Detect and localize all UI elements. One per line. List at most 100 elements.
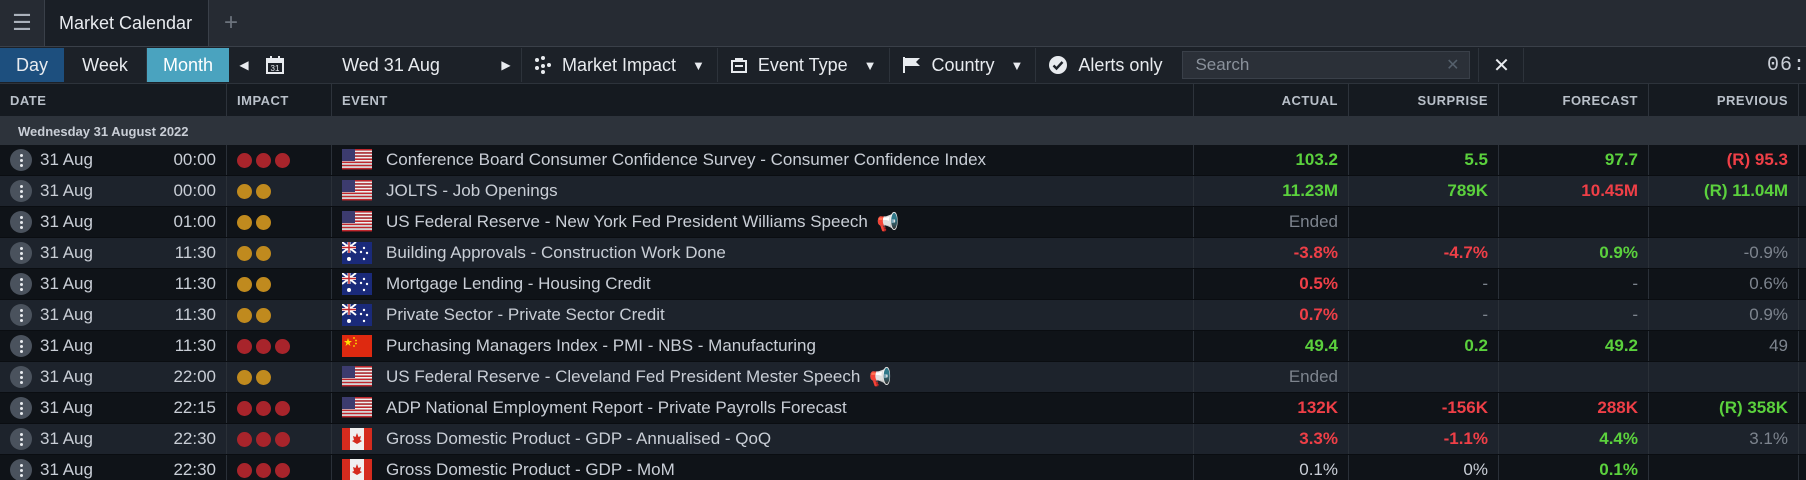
actual-value: 103.2 xyxy=(1194,145,1349,175)
search-input[interactable] xyxy=(1193,54,1447,76)
table-row[interactable]: 31 Aug 00:00 Conference Board Consumer Con… xyxy=(0,145,1806,176)
table-row[interactable]: 31 Aug 11:30 Purchasing Managers Index - P… xyxy=(0,331,1806,362)
market-impact-filter[interactable]: Market Impact ▼ xyxy=(521,48,717,82)
event-cell[interactable]: US Federal Reserve - Cleveland Fed Presi… xyxy=(332,362,1194,392)
column-impact[interactable]: IMPACT xyxy=(227,84,332,116)
table-row[interactable]: 31 Aug 11:30 Mortgage Lending - Housing Cr… xyxy=(0,269,1806,300)
impact-dot xyxy=(237,338,252,354)
table-row[interactable]: 31 Aug 22:00 US Federal Reserve - Clevelan… xyxy=(0,362,1806,393)
column-actual[interactable]: ACTUAL xyxy=(1194,84,1349,116)
impact-indicator xyxy=(237,338,290,354)
event-cell[interactable]: Mortgage Lending - Housing Credit xyxy=(332,269,1194,299)
speech-megaphone-icon: 📢 xyxy=(869,366,892,387)
market-impact-label: Market Impact xyxy=(562,54,677,75)
column-forecast[interactable]: FORECAST xyxy=(1499,84,1649,116)
event-type-icon xyxy=(730,58,747,73)
event-day: 31 Aug xyxy=(40,150,93,169)
calendar-icon[interactable]: 31 xyxy=(259,55,291,75)
forecast-value xyxy=(1499,207,1649,237)
forecast-value xyxy=(1499,362,1649,392)
alerts-only-label: Alerts only xyxy=(1078,54,1163,75)
date-cell: 31 Aug 22:15 xyxy=(0,393,227,423)
country-flag-icon xyxy=(342,459,372,480)
tab-market-calendar[interactable]: Market Calendar xyxy=(44,0,210,46)
current-date[interactable]: Wed 31 Aug xyxy=(291,55,491,76)
surprise-value: -156K xyxy=(1349,393,1499,423)
event-day: 31 Aug xyxy=(40,243,93,262)
table-row[interactable]: 31 Aug 00:00 JOLTS - Job Openings 11.23M 789… xyxy=(0,176,1806,207)
country-filter[interactable]: Country ▼ xyxy=(888,48,1036,82)
event-time: 00:00 xyxy=(173,150,216,169)
next-date-button[interactable]: ▶ xyxy=(491,48,521,82)
more-options-icon[interactable] xyxy=(10,397,32,419)
impact-cell xyxy=(227,207,332,237)
event-cell[interactable]: Building Approvals - Construction Work D… xyxy=(332,238,1194,268)
add-tab-button[interactable]: + xyxy=(209,0,253,46)
more-options-icon[interactable] xyxy=(10,242,32,264)
week-view-button[interactable]: Week xyxy=(64,48,147,82)
actual-value: 0.5% xyxy=(1194,269,1349,299)
event-cell[interactable]: Gross Domestic Product - GDP - Annualise… xyxy=(332,424,1194,454)
chevron-down-icon: ▼ xyxy=(863,57,877,73)
impact-dot xyxy=(275,431,290,447)
date-cell: 31 Aug 11:30 xyxy=(0,269,227,299)
column-surprise[interactable]: SURPRISE xyxy=(1349,84,1499,116)
table-row[interactable]: 31 Aug 01:00 US Federal Reserve - New York… xyxy=(0,207,1806,238)
event-cell[interactable]: Purchasing Managers Index - PMI - NBS - … xyxy=(332,331,1194,361)
event-day: 31 Aug xyxy=(40,367,93,386)
event-cell[interactable]: JOLTS - Job Openings xyxy=(332,176,1194,206)
forecast-value: 4.4% xyxy=(1499,424,1649,454)
impact-indicator xyxy=(237,245,271,261)
event-time: 22:30 xyxy=(173,460,216,479)
impact-dot xyxy=(256,152,271,168)
table-row[interactable]: 31 Aug 22:30 Gross Domestic Product - GDP … xyxy=(0,455,1806,480)
day-view-button[interactable]: Day xyxy=(0,48,64,82)
column-previous[interactable]: PREVIOUS xyxy=(1649,84,1799,116)
event-name: ADP National Employment Report - Private… xyxy=(386,398,847,417)
more-options-icon[interactable] xyxy=(10,335,32,357)
impact-dot xyxy=(275,152,290,168)
event-cell[interactable]: ADP National Employment Report - Private… xyxy=(332,393,1194,423)
alerts-only-toggle[interactable]: Alerts only xyxy=(1035,48,1174,82)
table-row[interactable]: 31 Aug 22:30 Gross Domestic Product - GDP … xyxy=(0,424,1806,455)
hamburger-menu-icon[interactable]: ☰ xyxy=(0,0,44,46)
search-clear-icon[interactable]: ✕ xyxy=(1446,55,1459,75)
table-row[interactable]: 31 Aug 11:30 Private Sector - Private Sect… xyxy=(0,300,1806,331)
table-row[interactable]: 31 Aug 11:30 Building Approvals - Construc… xyxy=(0,238,1806,269)
more-options-icon[interactable] xyxy=(10,149,32,171)
more-options-icon[interactable] xyxy=(10,180,32,202)
event-time: 11:30 xyxy=(174,305,216,324)
event-type-filter[interactable]: Event Type ▼ xyxy=(716,48,889,82)
event-day: 31 Aug xyxy=(40,212,93,231)
impact-dot xyxy=(237,431,252,447)
column-date[interactable]: DATE xyxy=(0,84,227,116)
more-options-icon[interactable] xyxy=(10,459,32,480)
country-flag-icon xyxy=(342,149,372,171)
date-cell: 31 Aug 22:30 xyxy=(0,455,227,480)
impact-indicator xyxy=(237,369,271,385)
column-event[interactable]: EVENT xyxy=(332,84,1194,116)
forecast-value: 288K xyxy=(1499,393,1649,423)
impact-dot xyxy=(256,369,271,385)
event-cell[interactable]: Conference Board Consumer Confidence Sur… xyxy=(332,145,1194,175)
search-field[interactable]: ✕ xyxy=(1182,51,1471,79)
event-cell[interactable]: Private Sector - Private Sector Credit xyxy=(332,300,1194,330)
more-options-icon[interactable] xyxy=(10,366,32,388)
table-row[interactable]: 31 Aug 22:15 ADP National Employment Repor… xyxy=(0,393,1806,424)
event-cell[interactable]: US Federal Reserve - New York Fed Presid… xyxy=(332,207,1194,237)
more-options-icon[interactable] xyxy=(10,428,32,450)
surprise-value: - xyxy=(1349,269,1499,299)
impact-dot xyxy=(237,307,252,323)
impact-indicator xyxy=(237,462,290,478)
more-options-icon[interactable] xyxy=(10,273,32,295)
impact-dot xyxy=(256,338,271,354)
more-options-icon[interactable] xyxy=(10,304,32,326)
month-view-button[interactable]: Month xyxy=(147,48,229,82)
clock: 06: xyxy=(1766,53,1806,77)
date-cell: 31 Aug 11:30 xyxy=(0,331,227,361)
surprise-value xyxy=(1349,362,1499,392)
more-options-icon[interactable] xyxy=(10,211,32,233)
close-search-button[interactable]: ✕ xyxy=(1478,48,1525,82)
previous-date-button[interactable]: ◀ xyxy=(229,48,259,82)
event-cell[interactable]: Gross Domestic Product - GDP - MoM xyxy=(332,455,1194,480)
